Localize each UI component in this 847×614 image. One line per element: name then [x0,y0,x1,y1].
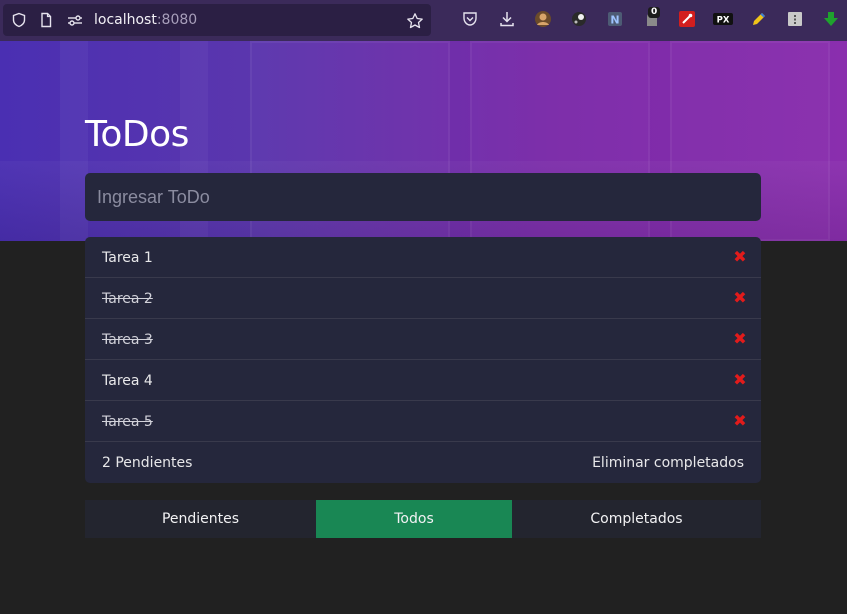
extension-menu-icon[interactable] [785,10,805,30]
extension-pencil-icon[interactable] [749,10,769,30]
browser-toolbar: localhost:8080 N 0 PX [0,0,847,41]
new-todo-input[interactable] [85,173,761,221]
filter-completed-button[interactable]: Completados [512,500,761,538]
todo-item-completed[interactable]: Tarea 2 ✖ [85,278,761,319]
downloads-icon[interactable] [497,10,517,30]
todo-label[interactable]: Tarea 1 [102,248,153,268]
permissions-icon[interactable] [66,12,82,28]
page-icon[interactable] [38,12,54,28]
todo-item-completed[interactable]: Tarea 5 ✖ [85,401,761,442]
extension-avatar-icon[interactable] [533,10,553,30]
todo-item[interactable]: Tarea 4 ✖ [85,360,761,401]
url-host: localhost [94,12,157,28]
todo-label[interactable]: Tarea 2 [102,289,153,309]
todo-list: Tarea 1 ✖ Tarea 2 ✖ Tarea 3 ✖ Tarea 4 ✖ … [85,237,761,483]
filter-bar: Pendientes Todos Completados [85,500,761,538]
shield-icon[interactable] [11,12,27,28]
page-title: ToDos [85,114,189,155]
todo-label[interactable]: Tarea 4 [102,371,153,391]
bookmark-star-icon[interactable] [406,12,423,29]
delete-x-icon[interactable]: ✖ [733,289,747,307]
extension-n-icon[interactable]: N [605,10,625,30]
todo-item[interactable]: Tarea 1 ✖ [85,237,761,278]
svg-text:N: N [610,14,619,27]
pocket-icon[interactable] [460,10,480,30]
extension-color-picker-icon[interactable] [677,10,697,30]
delete-x-icon[interactable]: ✖ [733,248,747,266]
pending-count: 2 Pendientes [102,455,193,471]
extension-px-icon[interactable]: PX [713,10,733,30]
extension-download-arrow-icon[interactable] [821,10,841,30]
todo-item-completed[interactable]: Tarea 3 ✖ [85,319,761,360]
todo-list-footer: 2 Pendientes Eliminar completados [85,442,761,483]
url-port: :8080 [156,12,198,28]
clear-completed-button[interactable]: Eliminar completados [592,453,744,473]
address-bar[interactable]: localhost:8080 [3,4,431,36]
todo-label[interactable]: Tarea 3 [102,330,153,350]
url-text[interactable]: localhost:8080 [94,12,197,28]
todo-label[interactable]: Tarea 5 [102,412,153,432]
px-extension-label: PX [717,16,730,26]
extension-ball-icon[interactable] [569,10,589,30]
delete-x-icon[interactable]: ✖ [733,412,747,430]
delete-x-icon[interactable]: ✖ [733,371,747,389]
notification-badge: 0 [648,7,661,18]
filter-pending-button[interactable]: Pendientes [85,500,316,538]
filter-all-button[interactable]: Todos [316,500,512,538]
delete-x-icon[interactable]: ✖ [733,330,747,348]
